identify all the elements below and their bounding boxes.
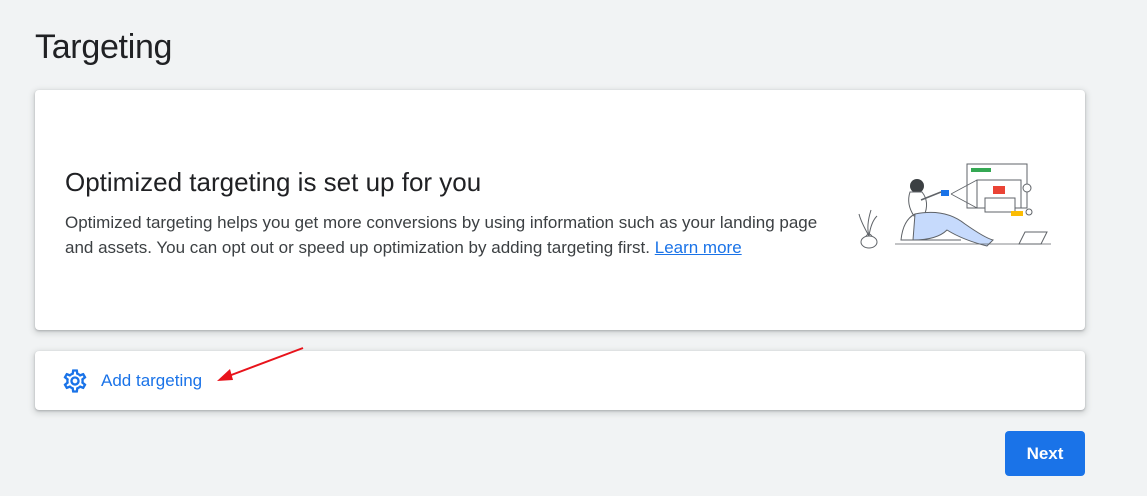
optimized-targeting-card: Optimized targeting is set up for you Op… <box>35 90 1085 330</box>
person-with-browser-windows-illustration <box>858 163 1051 249</box>
page-title: Targeting <box>35 28 173 66</box>
gear-icon <box>63 369 87 393</box>
add-targeting-button[interactable]: Add targeting <box>61 367 202 395</box>
card-body: Optimized targeting helps you get more c… <box>65 210 845 260</box>
next-button[interactable]: Next <box>1005 431 1085 476</box>
add-targeting-label: Add targeting <box>101 371 203 390</box>
learn-more-link[interactable]: Learn more <box>655 238 742 257</box>
card-heading: Optimized targeting is set up for you <box>65 167 482 197</box>
targeting-page: Targeting Optimized targeting is set up … <box>0 0 1147 496</box>
add-targeting-card: Add targeting <box>35 351 1085 410</box>
